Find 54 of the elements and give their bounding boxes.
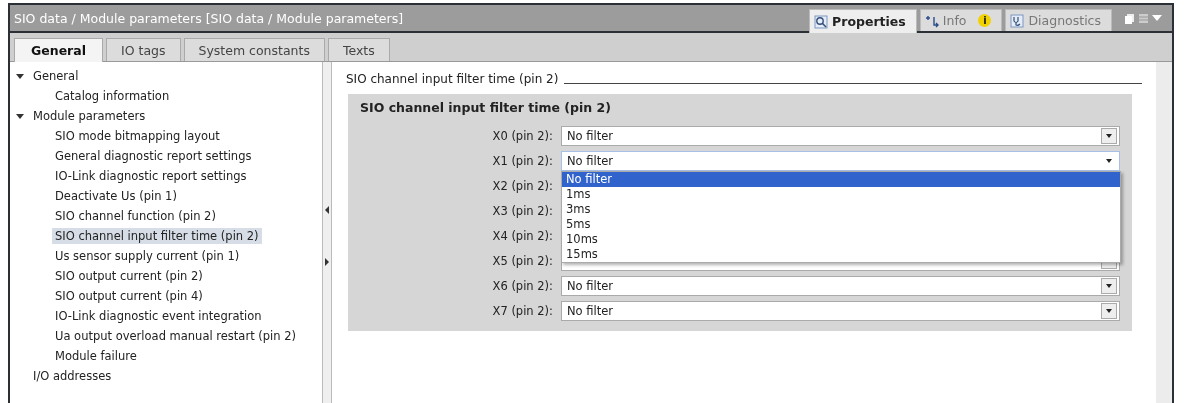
dropdown-field[interactable]: No filter: [561, 300, 1120, 321]
tab[interactable]: Texts: [327, 38, 390, 61]
group-title: SIO channel input filter time (pin 2): [360, 100, 612, 115]
caret-icon[interactable]: [1101, 127, 1117, 144]
tab[interactable]: IO tags: [106, 38, 181, 61]
tree-item[interactable]: Ua output overload manual restart (pin 2): [52, 328, 300, 344]
info-arrows-icon: [924, 13, 939, 28]
field-label: X0 (pin 2):: [491, 128, 554, 143]
section-title: SIO channel input filter time (pin 2): [346, 72, 559, 86]
tree-item[interactable]: Catalog information: [52, 88, 173, 104]
tree-item[interactable]: General diagnostic report settings: [52, 148, 255, 164]
field-label: X3 (pin 2):: [491, 203, 554, 218]
dropdown-field[interactable]: No filter: [561, 125, 1120, 146]
field-label: X2 (pin 2):: [491, 178, 554, 193]
tree-item[interactable]: Module failure: [52, 348, 140, 364]
stethoscope-icon: [1010, 13, 1025, 28]
field-label: X1 (pin 2):: [491, 153, 554, 168]
dropdown-option[interactable]: 15ms: [562, 246, 1120, 262]
field-label: X4 (pin 2):: [491, 228, 554, 243]
window-controls-icon[interactable]: [1124, 11, 1164, 25]
dropdown-option[interactable]: 1ms: [562, 186, 1120, 202]
dropdown-option[interactable]: No filter: [562, 171, 1120, 187]
tree-item[interactable]: IO-Link diagnostic report settings: [52, 168, 250, 184]
tree-item[interactable]: SIO channel input filter time (pin 2): [52, 228, 262, 244]
dropdown-option[interactable]: 5ms: [562, 216, 1120, 232]
caret-icon[interactable]: [1101, 277, 1117, 294]
field-label: X6 (pin 2):: [491, 278, 554, 293]
view-tab[interactable]: Properties: [809, 9, 917, 33]
window-title: SIO data / Module parameters [SIO data / Module parameters]: [13, 11, 405, 28]
magnifier-icon: [814, 14, 829, 29]
field-label: X5 (pin 2):: [491, 253, 554, 268]
tree-item[interactable]: Module parameters: [30, 108, 149, 124]
expand-arrow-icon[interactable]: [16, 112, 24, 120]
tab[interactable]: General: [14, 38, 103, 62]
dropdown-option[interactable]: 10ms: [562, 231, 1120, 247]
collapse-left-icon[interactable]: [325, 206, 329, 214]
tree-item[interactable]: General: [30, 68, 82, 84]
expand-arrow-icon[interactable]: [16, 72, 24, 80]
tree-item[interactable]: I/O addresses: [30, 368, 115, 384]
dropdown-field[interactable]: No filter: [561, 275, 1120, 296]
info-badge: i: [978, 14, 992, 27]
tab[interactable]: System constants: [183, 38, 325, 61]
tree-item[interactable]: Deactivate Us (pin 1): [52, 188, 180, 204]
tree-item[interactable]: Us sensor supply current (pin 1): [52, 248, 243, 264]
tree-item[interactable]: SIO mode bitmapping layout: [52, 128, 223, 144]
view-tab[interactable]: Info i: [919, 9, 1003, 31]
tree-item[interactable]: SIO output current (pin 2): [52, 268, 206, 284]
caret-icon[interactable]: [1101, 302, 1117, 319]
tree-item[interactable]: IO-Link diagnostic event integration: [52, 308, 265, 324]
collapse-right-icon[interactable]: [325, 258, 329, 266]
dropdown-option[interactable]: 3ms: [562, 201, 1120, 217]
field-label: X7 (pin 2):: [491, 303, 554, 318]
tree-item[interactable]: SIO output current (pin 4): [52, 288, 206, 304]
tree-item[interactable]: SIO channel function (pin 2): [52, 208, 219, 224]
